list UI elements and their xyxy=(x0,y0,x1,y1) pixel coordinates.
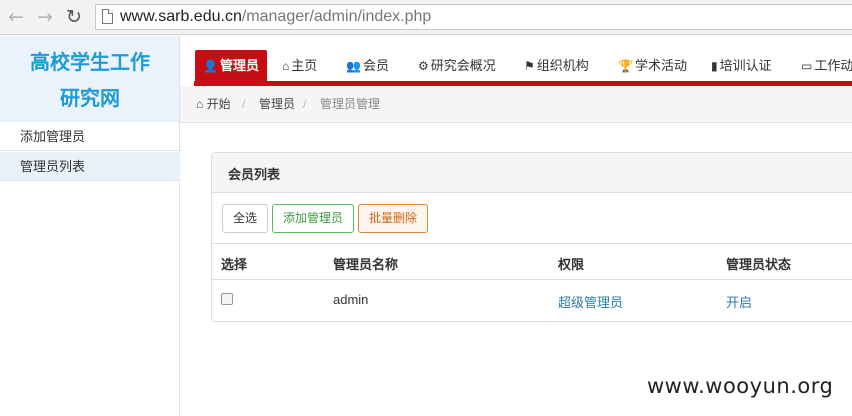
tab-home[interactable]: ⌂ 主页 xyxy=(282,50,317,81)
breadcrumb: ⌂ 开始 / 管理员 / 管理员管理 xyxy=(180,86,852,123)
add-admin-button[interactable]: 添加管理员 xyxy=(272,204,355,233)
reload-icon[interactable]: ↻ xyxy=(66,7,82,27)
flag-icon: ⚑ xyxy=(524,59,535,73)
url-text[interactable]: www.sarb.edu.cn/manager/admin/index.php xyxy=(120,7,431,27)
browser-toolbar: ← → ↻ www.sarb.edu.cn/manager/admin/inde… xyxy=(0,0,852,35)
permission-link[interactable]: 超级管理员 xyxy=(558,292,623,311)
tab-news[interactable]: ▭工作动态 xyxy=(801,50,852,81)
breadcrumb-label: 开始 xyxy=(206,97,231,111)
sidebar-item-admin-list[interactable]: 管理员列表 xyxy=(0,152,180,181)
forward-icon[interactable]: → xyxy=(37,7,53,27)
admin-name-cell: admin xyxy=(333,292,369,307)
member-list-panel: 会员列表 全选 添加管理员 批量删除 选择 管理员名称 权限 管理员状态 adm… xyxy=(211,152,852,322)
panel-title: 会员列表 xyxy=(228,168,281,183)
tab-label: 工作动态 xyxy=(814,58,852,73)
logo-line-2: 研究网 xyxy=(60,86,120,110)
breadcrumb-admin[interactable]: 管理员 xyxy=(259,96,295,112)
top-nav: 👤 管理员 ⌂ 主页 👥 会员 ⚙ 研究会概况 ⚑ 组织机构 🏆 学术活动 ▮ 培训认证 ▭ 工… xyxy=(180,36,852,86)
gear-icon: ⚙ xyxy=(418,59,429,73)
home-icon: ⌂ xyxy=(282,59,290,73)
tab-members[interactable]: 👥 会员 xyxy=(346,50,389,81)
tab-label: 培训认证 xyxy=(719,58,772,73)
user-icon: 👤 xyxy=(203,59,218,73)
panel-header: 会员列表 xyxy=(212,153,852,193)
bookmark-icon: ▮ xyxy=(711,59,718,73)
tab-label: 会员 xyxy=(362,58,389,73)
batch-delete-button[interactable]: 批量删除 xyxy=(358,204,429,233)
divider xyxy=(212,243,852,244)
address-bar[interactable]: www.sarb.edu.cn/manager/admin/index.php xyxy=(95,4,852,30)
tab-label: 主页 xyxy=(291,58,318,73)
watermark: www.wooyun.org xyxy=(647,374,834,398)
users-icon: 👥 xyxy=(346,59,361,73)
column-header-name: 管理员名称 xyxy=(333,258,399,273)
breadcrumb-separator: / xyxy=(242,97,246,111)
trophy-icon: 🏆 xyxy=(618,59,633,73)
url-path: /manager/admin/index.php xyxy=(241,8,432,25)
logo-line-1: 高校学生工作 xyxy=(30,50,150,74)
sidebar-item-add-admin[interactable]: 添加管理员 xyxy=(0,122,180,151)
column-header-permission: 权限 xyxy=(558,258,585,273)
tab-label: 学术活动 xyxy=(634,58,687,73)
tab-training[interactable]: ▮ 培训认证 xyxy=(711,50,772,81)
tab-academic[interactable]: 🏆 学术活动 xyxy=(618,50,687,81)
divider xyxy=(212,279,852,280)
back-icon[interactable]: ← xyxy=(8,7,24,27)
page-icon xyxy=(102,9,113,24)
row-checkbox[interactable] xyxy=(221,293,233,305)
tab-overview[interactable]: ⚙ 研究会概况 xyxy=(418,50,496,81)
breadcrumb-separator: / xyxy=(303,97,307,111)
site-logo[interactable]: 高校学生工作 研究网 xyxy=(0,36,180,122)
home-icon: ⌂ xyxy=(196,97,204,111)
select-all-button[interactable]: 全选 xyxy=(222,204,269,233)
status-link[interactable]: 开启 xyxy=(726,292,752,311)
tab-admin[interactable]: 👤 管理员 xyxy=(195,50,267,81)
column-header-status: 管理员状态 xyxy=(726,258,792,273)
breadcrumb-current: 管理员管理 xyxy=(320,97,381,111)
tab-label: 管理员 xyxy=(219,58,259,73)
column-header-select: 选择 xyxy=(221,258,248,273)
tab-label: 研究会概况 xyxy=(430,58,496,73)
tab-organization[interactable]: ⚑ 组织机构 xyxy=(524,50,589,81)
calendar-icon: ▭ xyxy=(801,59,813,73)
tab-label: 组织机构 xyxy=(536,58,589,73)
sidebar: 添加管理员 管理员列表 xyxy=(0,122,180,416)
url-host: www.sarb.edu.cn xyxy=(120,8,242,25)
breadcrumb-home[interactable]: ⌂ 开始 xyxy=(196,96,231,112)
